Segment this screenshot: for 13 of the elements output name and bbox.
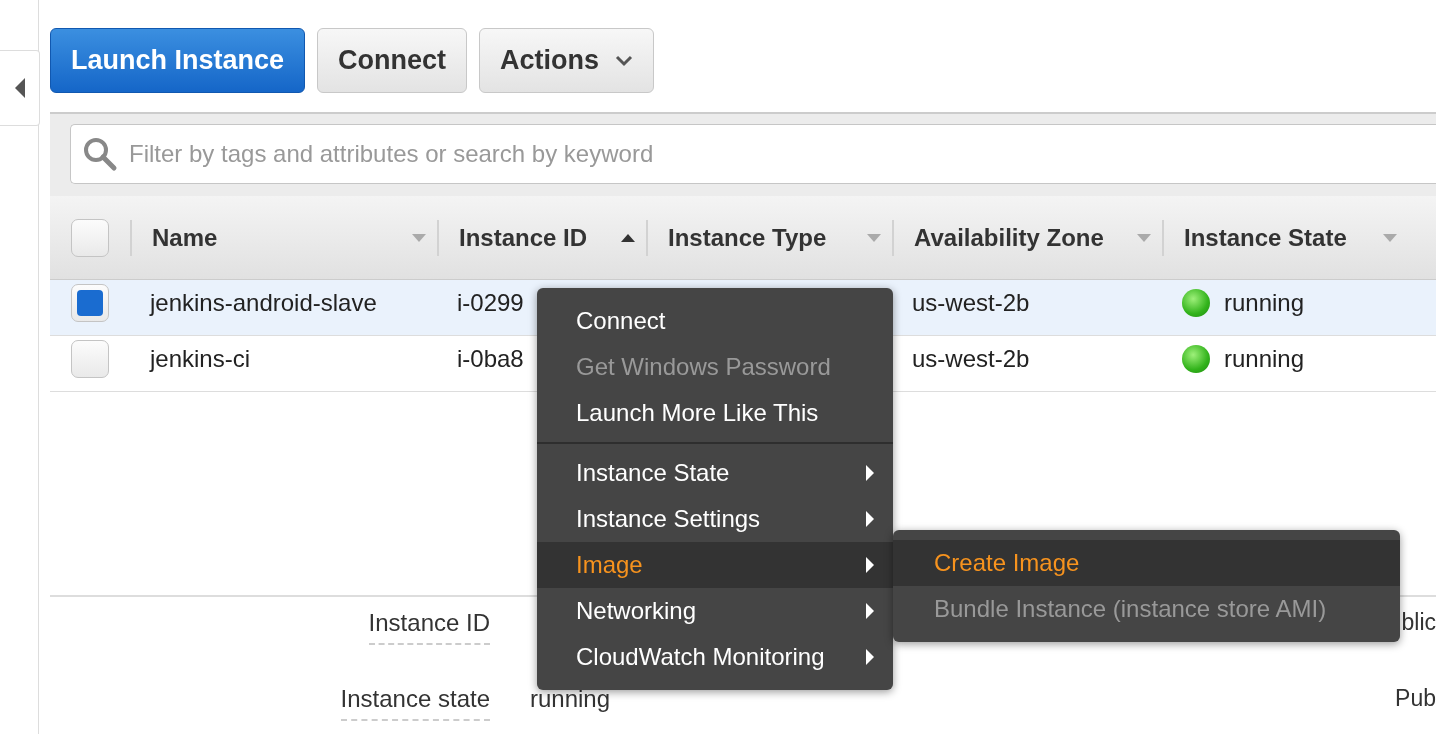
table-cell: jenkins-android-slave: [150, 289, 377, 318]
table-cell: us-west-2b: [912, 345, 1030, 374]
detail-label: blic: [1401, 609, 1436, 637]
table-cell: running: [1224, 345, 1305, 374]
detail-label: Instance ID: [368, 609, 490, 645]
detail-label: Pub: [1395, 685, 1436, 713]
table-cell: us-west-2b: [912, 289, 1030, 318]
table-cell: i-0299: [457, 289, 524, 318]
detail-label: Instance state: [340, 685, 490, 721]
detail-value: running: [530, 685, 612, 714]
table-cell: running: [1224, 289, 1305, 318]
table-cell: jenkins-ci: [150, 345, 251, 374]
table-cell: i-0ba8: [457, 345, 524, 374]
